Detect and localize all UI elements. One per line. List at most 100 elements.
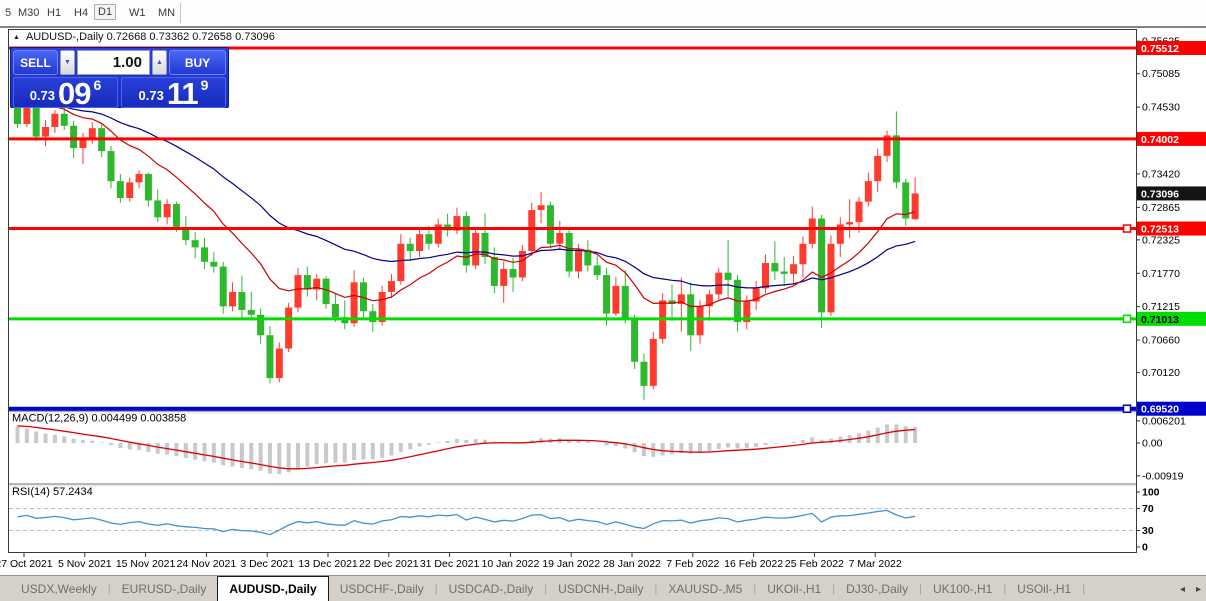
date-axis-label: 15 Nov 2021 <box>116 558 176 570</box>
chart-tab-audusd-daily[interactable]: AUDUSD-,Daily <box>217 576 329 601</box>
price-axis-label: 0.73420 <box>1142 168 1180 180</box>
candle-body <box>425 234 433 244</box>
candle-body <box>509 269 517 278</box>
sell-price-display[interactable]: 0.73 09 6 <box>13 77 118 109</box>
chart-tab-usdcad-daily[interactable]: USDCAD-,Daily <box>438 576 545 601</box>
candle-body <box>350 282 358 324</box>
candle-body <box>303 275 311 290</box>
candle-body <box>322 278 330 304</box>
timeframe-button-mn[interactable]: MN <box>155 6 178 20</box>
tab-separator: | <box>1082 582 1086 595</box>
candle-body <box>163 204 171 218</box>
timeframe-button-5[interactable]: 5 <box>2 6 14 20</box>
candle-body <box>490 257 498 286</box>
candle-body <box>715 272 723 295</box>
candle-body <box>874 155 882 182</box>
candle-body <box>687 294 695 336</box>
one-click-trading-panel: SELL ▼ 1.00 ▲ BUY 0.73 09 6 0.73 11 9 <box>10 47 229 111</box>
date-axis-label: 10 Jan 2022 <box>481 558 539 570</box>
buy-price-display[interactable]: 0.73 11 9 <box>121 76 226 111</box>
hline-badge-label: 0.75512 <box>1141 43 1179 55</box>
rsi-axis-label: 0 <box>1142 542 1148 554</box>
rsi-axis-label: 70 <box>1142 503 1154 515</box>
candle-body <box>790 264 798 274</box>
candle-body <box>238 291 246 310</box>
candle-body <box>14 107 21 124</box>
chart-tab-usdchf-daily[interactable]: USDCHF-,Daily <box>329 576 435 601</box>
price-axis-label: 0.72325 <box>1142 234 1180 246</box>
timeframe-button-h1[interactable]: H1 <box>44 6 64 20</box>
candle-body <box>762 263 769 289</box>
candle-body <box>388 281 395 292</box>
date-axis-label: 24 Nov 2021 <box>177 558 237 570</box>
candle-body <box>546 205 554 244</box>
candle-body <box>126 182 134 199</box>
chart-title: ▲ AUDUSD-,Daily 0.72668 0.73362 0.72658 … <box>13 31 275 43</box>
candle-body <box>631 319 639 362</box>
chart-tab-usoil-h1[interactable]: USOil-,H1 <box>1006 576 1082 601</box>
hline-handle[interactable] <box>1122 224 1132 233</box>
rsi-axis-label: 30 <box>1142 525 1154 537</box>
candle-body <box>397 243 405 282</box>
buy-price-prefix: 0.73 <box>138 88 164 103</box>
candle-body <box>575 249 582 272</box>
candle-body <box>154 200 162 218</box>
current-price-badge-label: 0.73096 <box>1141 188 1179 200</box>
candle-body <box>724 272 732 280</box>
date-axis-label: 16 Feb 2022 <box>724 558 783 570</box>
candle-body <box>846 222 854 225</box>
candle-body <box>266 335 274 379</box>
timeframe-button-h4[interactable]: H4 <box>71 6 91 20</box>
buy-price-big-digits: 11 <box>166 76 199 111</box>
chart-tab-dj30-daily[interactable]: DJ30-,Daily <box>835 576 919 601</box>
chart-tab-usdx-weekly[interactable]: USDX,Weekly <box>10 576 108 601</box>
volume-decrease-button[interactable]: ▼ <box>60 50 75 75</box>
candle-body <box>640 361 648 386</box>
mt4-window: 0.756250.750850.745300.739750.734200.728… <box>0 0 1206 601</box>
date-axis-label: 7 Feb 2022 <box>666 558 719 570</box>
tab-scroll-right-icon[interactable]: ▸ <box>1196 584 1201 595</box>
candle-body <box>51 113 59 127</box>
candle-body <box>88 128 96 140</box>
toolbar-separator <box>180 3 181 23</box>
date-axis-label: 3 Dec 2021 <box>240 558 294 570</box>
hline-handle[interactable] <box>1122 404 1132 413</box>
collapse-panel-icon[interactable]: ▲ <box>13 34 20 41</box>
symbol-ohlc-title: AUDUSD-,Daily 0.72668 0.73362 0.72658 0.… <box>25 31 275 43</box>
volume-input[interactable]: 1.00 <box>77 50 150 75</box>
candle-body <box>902 182 910 219</box>
candle-body <box>369 311 377 323</box>
sell-price-prefix: 0.73 <box>29 88 56 103</box>
candle-body <box>818 218 826 313</box>
chart-tab-ukoil-h1[interactable]: UKOil-,H1 <box>756 576 832 601</box>
candle-body <box>649 338 657 386</box>
chart-tab-usdcnh-daily[interactable]: USDCNH-,Daily <box>547 576 654 601</box>
price-axis-label: 0.70660 <box>1142 335 1180 347</box>
candle-body <box>229 291 237 307</box>
rsi-indicator-label: RSI(14) 57.2434 <box>12 486 93 498</box>
date-axis-label: 28 Jan 2022 <box>603 558 661 570</box>
chart-tab-xauusd-m5[interactable]: XAUUSD-,M5 <box>657 576 753 601</box>
sell-button[interactable]: SELL <box>13 50 58 75</box>
tab-scroll-left-icon[interactable]: ◂ <box>1180 584 1185 595</box>
hline-badge-label: 0.69520 <box>1141 404 1179 416</box>
volume-increase-button[interactable]: ▲ <box>152 50 167 75</box>
candle-body <box>275 348 283 379</box>
chart-tab-eurusd-daily[interactable]: EURUSD-,Daily <box>111 576 218 601</box>
buy-button[interactable]: BUY <box>169 50 226 75</box>
candle-body <box>32 105 40 137</box>
chart-tab-bar: USDX,Weekly | EURUSD-,Daily AUDUSD-,Daily US… <box>0 575 1206 601</box>
candle-body <box>462 216 470 266</box>
date-axis-label: 5 Nov 2021 <box>58 558 112 570</box>
timeframe-button-d1[interactable]: D1 <box>94 4 117 20</box>
chart-tab-uk100-h1[interactable]: UK100-,H1 <box>922 576 1003 601</box>
candle-body <box>892 135 900 183</box>
candle-body <box>107 151 115 182</box>
timeframe-button-m30[interactable]: M30 <box>15 6 42 20</box>
hline-handle[interactable] <box>1122 314 1132 324</box>
candle-body <box>911 193 919 220</box>
candle-body <box>537 205 545 211</box>
candle-body <box>294 275 302 308</box>
candle-body <box>210 261 218 267</box>
timeframe-button-w1[interactable]: W1 <box>126 6 149 20</box>
